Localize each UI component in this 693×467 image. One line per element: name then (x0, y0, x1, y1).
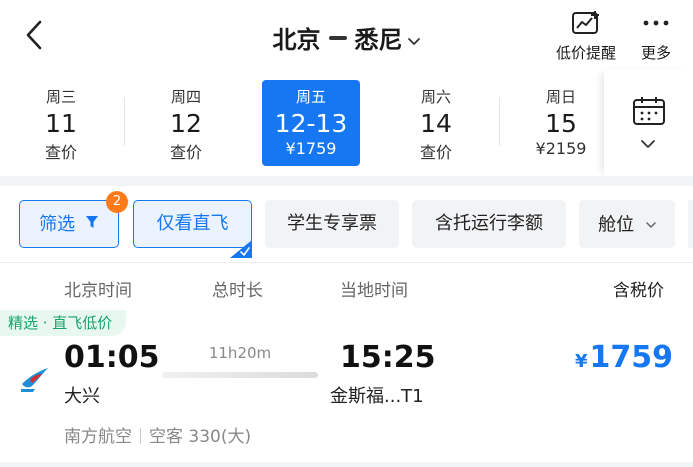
filter-count-badge: 2 (106, 191, 128, 213)
price-chart-icon (571, 11, 601, 40)
overflow-chip (688, 200, 693, 248)
currency-symbol: ¥ (574, 351, 588, 372)
date-day: 15 (545, 109, 577, 138)
date-option[interactable]: 周日 15 ¥2159 (512, 80, 610, 166)
date-price: 查价 (419, 143, 452, 162)
price-alert-button[interactable]: 低价提醒 (548, 10, 624, 63)
divider (140, 428, 141, 444)
filter-bar: 筛选 2 仅看直飞 学生专享票 含托运行李额 舱位 (0, 186, 693, 262)
flight-duration: 11h20m (208, 344, 272, 362)
top-bar: 北京 悉尼 低价提醒 更多 (0, 0, 693, 70)
section-gap (0, 176, 693, 186)
date-price: ¥2159 (535, 139, 587, 158)
divider (499, 98, 500, 146)
calendar-button[interactable] (604, 70, 693, 176)
flight-tag: 精选 · 直飞低价 (0, 310, 127, 336)
filter-label: 筛选 (39, 214, 76, 235)
col-price: 含税价 (613, 281, 664, 301)
date-option[interactable]: 周四 12 查价 (137, 80, 235, 166)
cabin-label: 舱位 (598, 214, 635, 236)
date-day: 12 (170, 109, 202, 138)
departure-airport: 大兴 (64, 386, 100, 407)
divider (124, 98, 125, 146)
more-label: 更多 (640, 44, 671, 62)
calendar-icon (632, 96, 666, 130)
date-weekday: 周日 (545, 88, 576, 106)
departure-time: 01:05 (64, 340, 160, 375)
col-local-time: 当地时间 (340, 281, 408, 301)
date-day: 12-13 (274, 109, 348, 138)
col-duration: 总时长 (212, 281, 263, 301)
flight-price: ¥1759 (575, 340, 673, 375)
date-day: 11 (45, 109, 77, 138)
baggage-chip[interactable]: 含托运行李额 (412, 200, 566, 248)
chevron-down-icon (407, 25, 421, 53)
aircraft-type: 空客 330(大) (149, 427, 252, 447)
origin-city: 北京 (272, 26, 321, 54)
student-fare-chip[interactable]: 学生专享票 (265, 200, 399, 248)
date-day: 14 (420, 109, 452, 138)
date-weekday: 周五 (295, 88, 326, 106)
filter-button[interactable]: 筛选 2 (19, 191, 128, 248)
direct-only-label: 仅看直飞 (156, 213, 229, 234)
price-value: 1759 (589, 340, 674, 375)
date-weekday: 周三 (45, 88, 76, 106)
student-fare-label: 学生专享票 (287, 213, 377, 234)
date-price: ¥1759 (285, 139, 337, 158)
flight-card[interactable]: 精选 · 直飞低价 01:05 大兴 11h20m 15:25 金斯福...T1… (0, 310, 693, 467)
cabin-dropdown[interactable]: 舱位 (579, 200, 675, 248)
direct-only-toggle[interactable]: 仅看直飞 (133, 200, 252, 258)
date-price: 查价 (44, 143, 77, 162)
flight-meta: 南方航空 空客 330(大) (64, 422, 251, 447)
date-weekday: 周六 (420, 88, 451, 106)
chevron-down-icon (646, 200, 656, 248)
date-option[interactable]: 周三 11 查价 (12, 80, 110, 166)
chevron-down-icon (640, 134, 656, 153)
date-option-selected[interactable]: 周五 12-13 ¥1759 (262, 80, 360, 166)
column-header: 北京时间 总时长 当地时间 含税价 (0, 262, 693, 310)
date-option[interactable]: 周六 14 查价 (387, 80, 485, 166)
funnel-icon (85, 201, 99, 246)
col-beijing-time: 北京时间 (64, 281, 132, 301)
duration-line (162, 372, 318, 378)
destination-city: 悉尼 (354, 26, 403, 54)
baggage-label: 含托运行李额 (435, 213, 543, 234)
price-alert-label: 低价提醒 (555, 44, 616, 62)
more-dots-icon (638, 20, 674, 40)
date-weekday: 周四 (170, 88, 201, 106)
section-gap (0, 462, 693, 467)
route-dash (328, 36, 347, 40)
date-selector: 周三 11 查价 周四 12 查价 周五 12-13 ¥1759 周六 14 查… (0, 70, 693, 176)
date-price: 查价 (169, 143, 202, 162)
more-button[interactable]: 更多 (632, 10, 680, 63)
checkmark-icon (230, 230, 252, 258)
arrival-time: 15:25 (340, 340, 436, 375)
airline-name: 南方航空 (64, 427, 132, 447)
arrival-airport: 金斯福...T1 (330, 386, 424, 407)
airline-logo-icon (18, 362, 52, 396)
